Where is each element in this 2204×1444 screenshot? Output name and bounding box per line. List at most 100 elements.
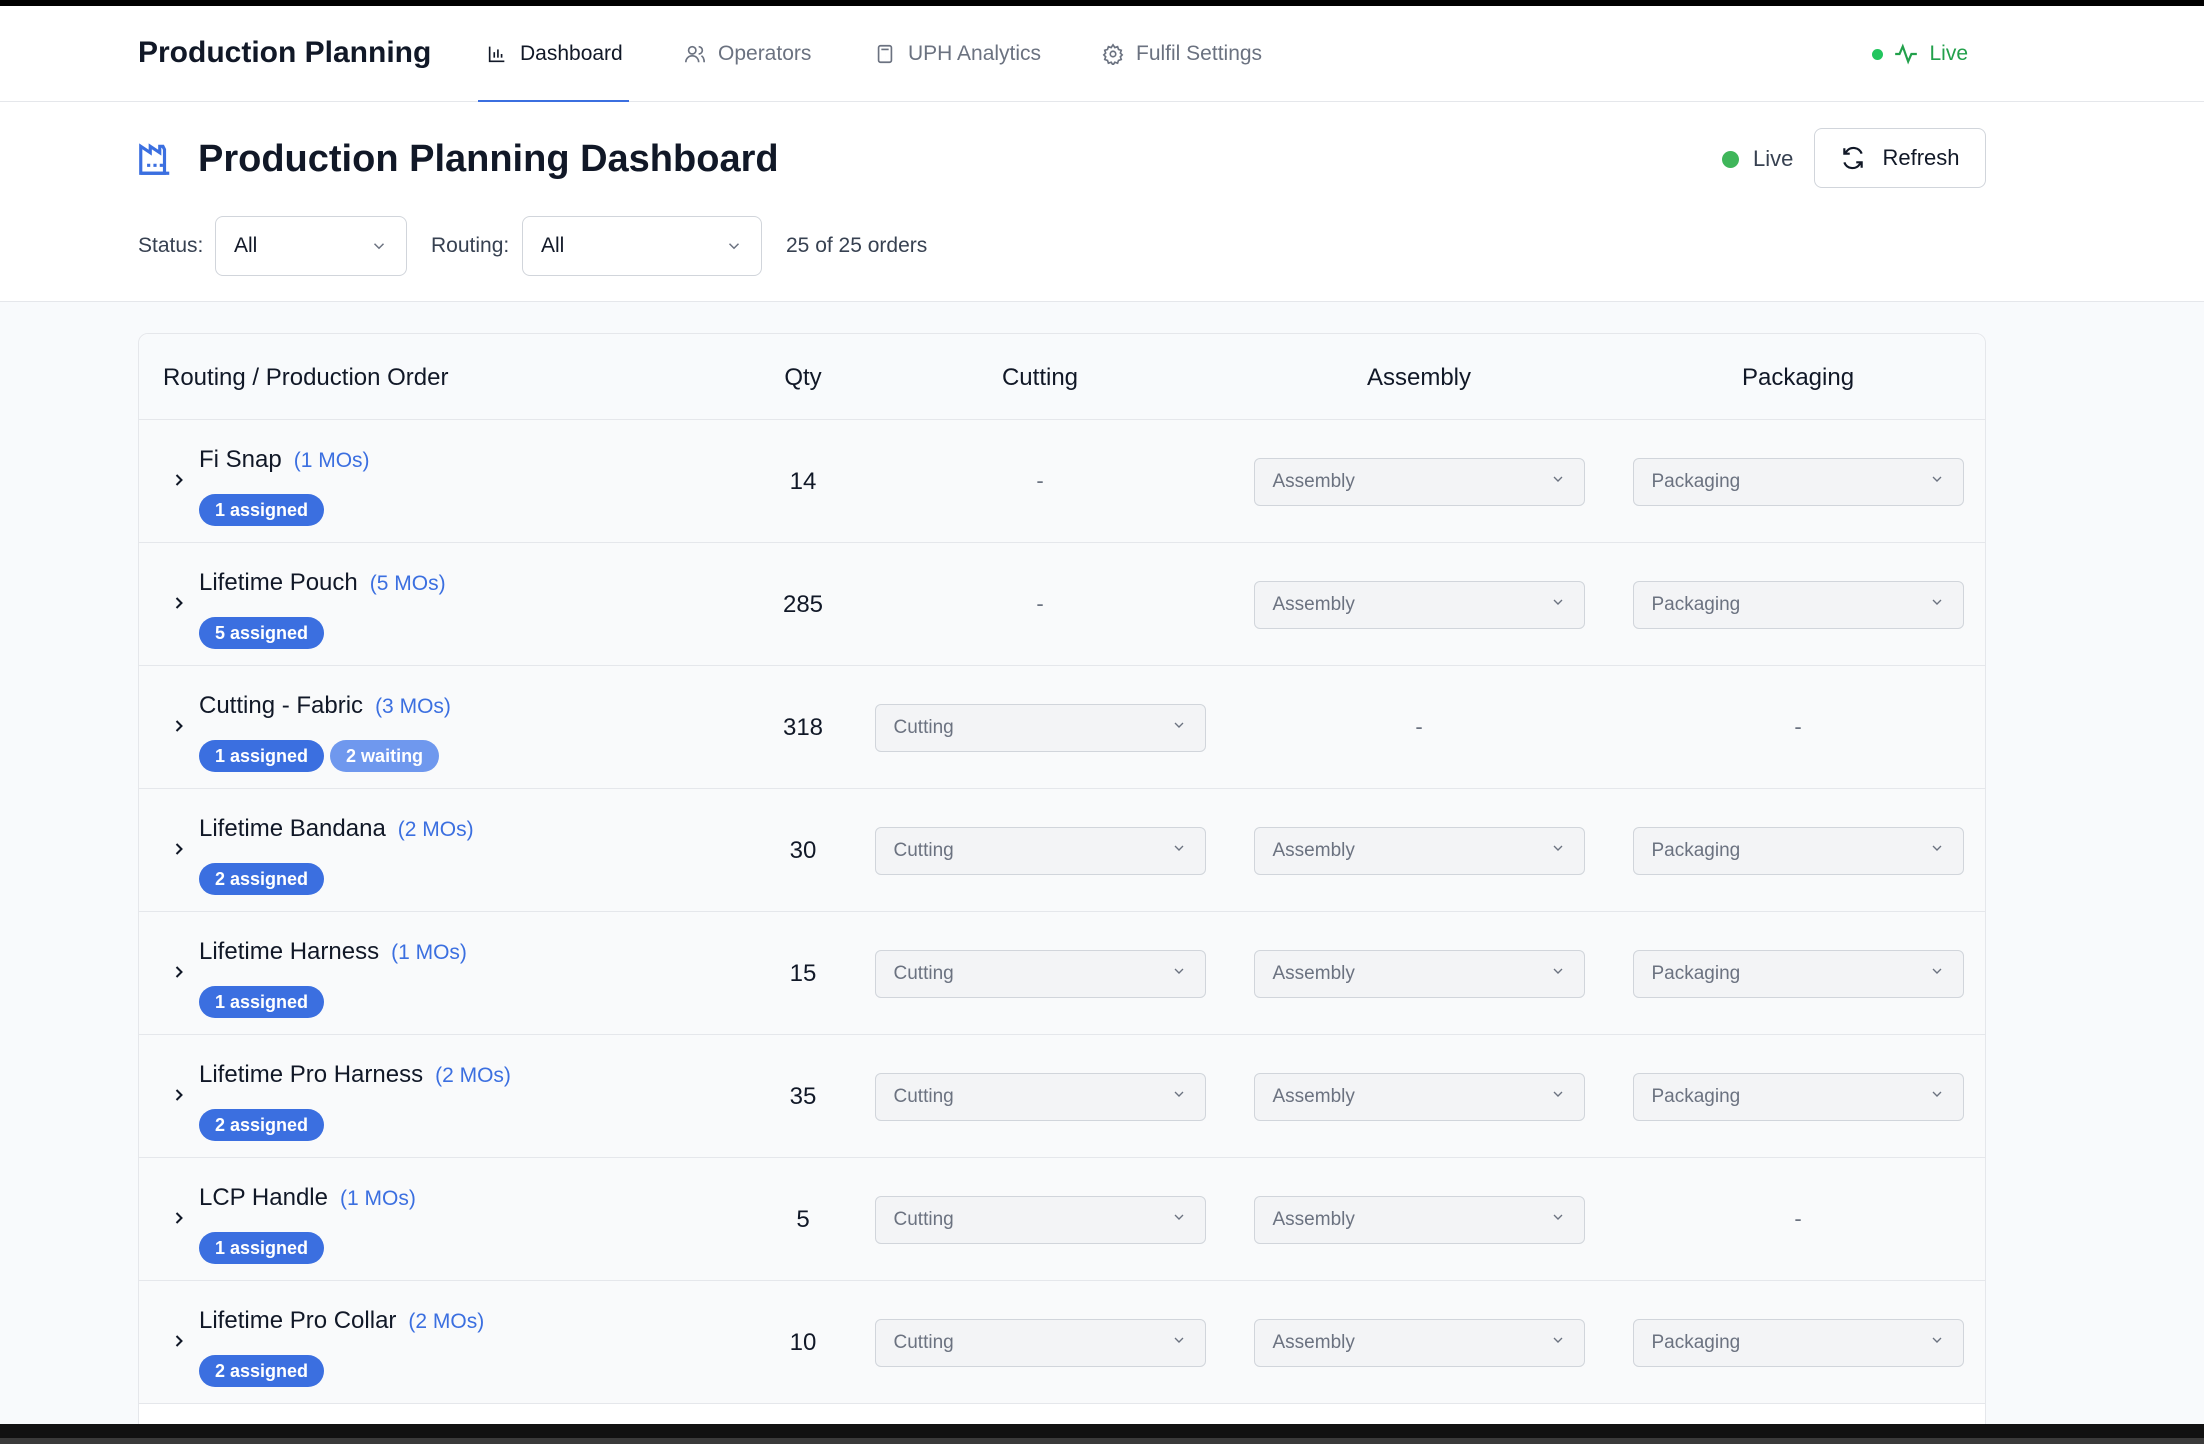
routing-name-text: Lifetime Bandana bbox=[199, 815, 386, 842]
packaging-empty-cell: - bbox=[1794, 1206, 1802, 1231]
status-badges: 5 assigned bbox=[199, 617, 325, 649]
routing-filter-select[interactable]: All bbox=[522, 216, 762, 276]
chevron-down-icon bbox=[1550, 471, 1566, 493]
cutting-operator-select[interactable]: Cutting bbox=[874, 704, 1206, 752]
chevron-right-icon[interactable] bbox=[169, 1208, 189, 1228]
column-header-routing: Routing / Production Order bbox=[163, 364, 449, 391]
chevron-down-icon bbox=[1929, 1086, 1945, 1108]
header-live-label: Live bbox=[1753, 146, 1794, 171]
routing-name: Lifetime Pro Harness (2 MOs) bbox=[199, 1061, 511, 1089]
assembly-operator-select[interactable]: Assembly bbox=[1253, 950, 1585, 998]
routing-name: LCP Handle (1 MOs) bbox=[199, 1184, 416, 1212]
packaging-operator-select[interactable]: Packaging bbox=[1632, 1073, 1964, 1121]
top-nav: Production Planning Dashboard Operators … bbox=[0, 6, 2204, 103]
table-row[interactable]: Cutting - Fabric (3 MOs) 1 assigned 2 waiti… bbox=[139, 666, 1985, 789]
mo-count: (2 MOs) bbox=[435, 1064, 511, 1087]
cutting-operator-select[interactable]: Cutting bbox=[874, 1073, 1206, 1121]
chevron-down-icon bbox=[1929, 963, 1945, 985]
assembly-operator-select[interactable]: Assembly bbox=[1253, 1196, 1585, 1244]
chevron-down-icon bbox=[1929, 594, 1945, 616]
packaging-operator-select[interactable]: Packaging bbox=[1632, 1319, 1964, 1367]
cutting-operator-select[interactable]: Cutting bbox=[874, 827, 1206, 875]
table-row[interactable]: Lifetime Harness (1 MOs) 1 assigned 15 Cutti… bbox=[139, 912, 1985, 1035]
table-row[interactable]: Lifetime Pro Harness (2 MOs) 2 assigned 35 C… bbox=[139, 1035, 1985, 1158]
table-row[interactable]: Lifetime Pouch (5 MOs) 5 assigned 285 - Assem… bbox=[139, 543, 1985, 666]
routing-name: Fi Snap (1 MOs) bbox=[199, 446, 370, 474]
cutting-select-placeholder: Cutting bbox=[893, 1332, 954, 1353]
routing-name: Lifetime Bandana (2 MOs) bbox=[199, 815, 474, 843]
routing-name-text: Lifetime Pouch bbox=[199, 569, 358, 596]
mo-count: (3 MOs) bbox=[375, 695, 451, 718]
tab-operators[interactable]: Operators bbox=[684, 6, 811, 102]
packaging-operator-select[interactable]: Packaging bbox=[1632, 458, 1964, 506]
table-row[interactable]: Lifetime Bandana (2 MOs) 2 assigned 30 Cutti… bbox=[139, 789, 1985, 912]
routing-name: Cutting - Fabric (3 MOs) bbox=[199, 692, 451, 720]
cutting-operator-select[interactable]: Cutting bbox=[874, 1319, 1206, 1367]
assembly-operator-select[interactable]: Assembly bbox=[1253, 1073, 1585, 1121]
chevron-down-icon bbox=[1171, 1332, 1187, 1354]
refresh-label: Refresh bbox=[1882, 145, 1960, 170]
table-row[interactable]: Lifetime Pro Collar (2 MOs) 2 assigned 10 Cu… bbox=[139, 1281, 1985, 1404]
chevron-down-icon bbox=[1171, 1086, 1187, 1108]
tab-uph-analytics[interactable]: UPH Analytics bbox=[874, 6, 1041, 102]
assembly-operator-select[interactable]: Assembly bbox=[1253, 458, 1585, 506]
brand-title: Production Planning bbox=[138, 36, 432, 69]
packaging-operator-select[interactable]: Packaging bbox=[1632, 950, 1964, 998]
table-row[interactable]: Fi Snap (1 MOs) 1 assigned 14 - Assembly Packa… bbox=[139, 420, 1985, 543]
chevron-down-icon bbox=[373, 243, 385, 250]
page-header: Production Planning Dashboard Live Refre… bbox=[0, 102, 2204, 302]
tab-dashboard[interactable]: Dashboard bbox=[478, 6, 629, 103]
refresh-button[interactable]: Refresh bbox=[1814, 128, 1986, 188]
chevron-down-icon bbox=[1171, 963, 1187, 985]
tab-label: Operators bbox=[718, 42, 812, 65]
table-header: Routing / Production Order Qty Cutting A… bbox=[139, 334, 1985, 420]
nav-live-label: Live bbox=[1929, 42, 1968, 65]
packaging-operator-select[interactable]: Packaging bbox=[1632, 827, 1964, 875]
table-row[interactable]: LCP Handle (1 MOs) 1 assigned 5 Cutting Assem… bbox=[139, 1158, 1985, 1281]
chevron-down-icon bbox=[1550, 1332, 1566, 1354]
cutting-operator-select[interactable]: Cutting bbox=[874, 950, 1206, 998]
status-badges: 1 assigned 2 waiting bbox=[199, 740, 440, 772]
chevron-down-icon bbox=[1550, 840, 1566, 862]
tab-label: UPH Analytics bbox=[908, 42, 1042, 65]
chevron-right-icon[interactable] bbox=[169, 1085, 189, 1105]
chevron-down-icon bbox=[1929, 1332, 1945, 1354]
assigned-badge: 2 assigned bbox=[199, 1355, 325, 1387]
gear-icon bbox=[1102, 43, 1124, 65]
chevron-down-icon bbox=[1550, 963, 1566, 985]
chevron-right-icon[interactable] bbox=[169, 470, 189, 490]
qty-cell: 318 bbox=[782, 714, 824, 741]
assembly-operator-select[interactable]: Assembly bbox=[1253, 1319, 1585, 1367]
qty-cell: 10 bbox=[789, 1329, 817, 1356]
column-header-qty: Qty bbox=[784, 364, 822, 391]
status-filter-select[interactable]: All bbox=[215, 216, 407, 276]
mo-count: (2 MOs) bbox=[408, 1310, 485, 1333]
routing-name-text: Lifetime Pro Harness bbox=[199, 1061, 424, 1088]
chevron-right-icon[interactable] bbox=[169, 962, 189, 982]
chevron-right-icon[interactable] bbox=[169, 839, 189, 859]
chevron-right-icon[interactable] bbox=[169, 593, 189, 613]
refresh-icon bbox=[1843, 146, 1864, 170]
cutting-select-placeholder: Cutting bbox=[893, 1086, 954, 1107]
order-count: 25 of 25 orders bbox=[786, 234, 928, 257]
packaging-operator-select[interactable]: Packaging bbox=[1632, 581, 1964, 629]
cutting-operator-select[interactable]: Cutting bbox=[874, 1196, 1206, 1244]
mo-count: (2 MOs) bbox=[397, 818, 474, 841]
assembly-select-placeholder: Assembly bbox=[1272, 1332, 1355, 1353]
chevron-down-icon bbox=[1171, 1209, 1187, 1231]
assembly-empty-cell: - bbox=[1415, 714, 1423, 739]
tab-fulfil-settings[interactable]: Fulfil Settings bbox=[1102, 6, 1262, 102]
qty-cell: 5 bbox=[796, 1206, 810, 1233]
routing-name: Lifetime Pro Collar (2 MOs) bbox=[199, 1307, 484, 1335]
chevron-right-icon[interactable] bbox=[169, 1331, 189, 1351]
routing-name: Lifetime Pouch (5 MOs) bbox=[199, 569, 446, 597]
packaging-select-placeholder: Packaging bbox=[1651, 1086, 1741, 1107]
assembly-operator-select[interactable]: Assembly bbox=[1253, 827, 1585, 875]
chevron-right-icon[interactable] bbox=[169, 716, 189, 736]
routing-name-text: Fi Snap bbox=[199, 446, 282, 473]
assembly-operator-select[interactable]: Assembly bbox=[1253, 581, 1585, 629]
assigned-badge: 2 assigned bbox=[199, 1109, 325, 1141]
tab-label: Dashboard bbox=[520, 42, 623, 65]
assembly-select-placeholder: Assembly bbox=[1272, 963, 1355, 984]
status-badges: 1 assigned bbox=[199, 1232, 325, 1264]
